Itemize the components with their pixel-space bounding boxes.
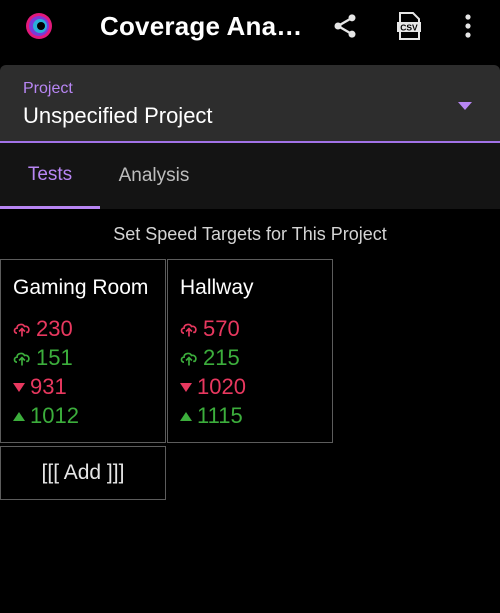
tab-bar: Tests Analysis: [0, 143, 500, 209]
metric-value: 230: [36, 316, 73, 341]
metric-value: 931: [30, 374, 67, 399]
triangle-down-icon: [12, 376, 28, 398]
metric-row: 230: [12, 316, 73, 342]
csv-label: CSV: [400, 23, 418, 33]
project-selector[interactable]: Project Unspecified Project: [0, 65, 500, 143]
csv-export-icon[interactable]: CSV: [393, 10, 425, 42]
cloud-upload-icon: [179, 347, 201, 369]
cloud-upload-icon: [12, 318, 34, 340]
app-title: Coverage Ana…: [100, 11, 303, 41]
metric-value: 570: [203, 316, 240, 341]
metric-value: 1115: [197, 403, 243, 428]
project-label: Project: [23, 80, 73, 97]
metric-row: 570: [179, 316, 240, 342]
metric-value: 1012: [30, 403, 79, 428]
metric-row: 1020: [179, 374, 246, 400]
speed-targets-heading: Set Speed Targets for This Project: [113, 224, 387, 244]
project-value: Unspecified Project: [23, 103, 213, 128]
cloud-upload-icon: [12, 347, 34, 369]
metric-value: 215: [203, 345, 240, 370]
metric-row: 215: [179, 345, 240, 371]
metric-value: 151: [36, 345, 73, 370]
more-vert-icon[interactable]: [452, 10, 484, 42]
metric-row: 931: [12, 374, 67, 400]
add-room-button[interactable]: [[[ Add ]]]: [0, 446, 166, 500]
room-name: Gaming Room: [13, 276, 149, 299]
metric-value: 1020: [197, 374, 246, 399]
room-name: Hallway: [180, 276, 254, 299]
metric-row: 1115: [179, 403, 243, 429]
metric-row: 151: [12, 345, 73, 371]
triangle-up-icon: [12, 405, 28, 427]
metric-row: 1012: [12, 403, 79, 429]
triangle-up-icon: [179, 405, 195, 427]
cloud-upload-icon: [179, 318, 201, 340]
triangle-down-icon: [179, 376, 195, 398]
app-logo-icon: [24, 11, 54, 41]
share-icon[interactable]: [329, 10, 361, 42]
app-bar: Coverage Ana… CSV: [0, 0, 500, 55]
tab-tests[interactable]: Tests: [0, 143, 100, 209]
dropdown-arrow-icon[interactable]: [457, 98, 473, 116]
tab-analysis[interactable]: Analysis: [100, 143, 208, 209]
